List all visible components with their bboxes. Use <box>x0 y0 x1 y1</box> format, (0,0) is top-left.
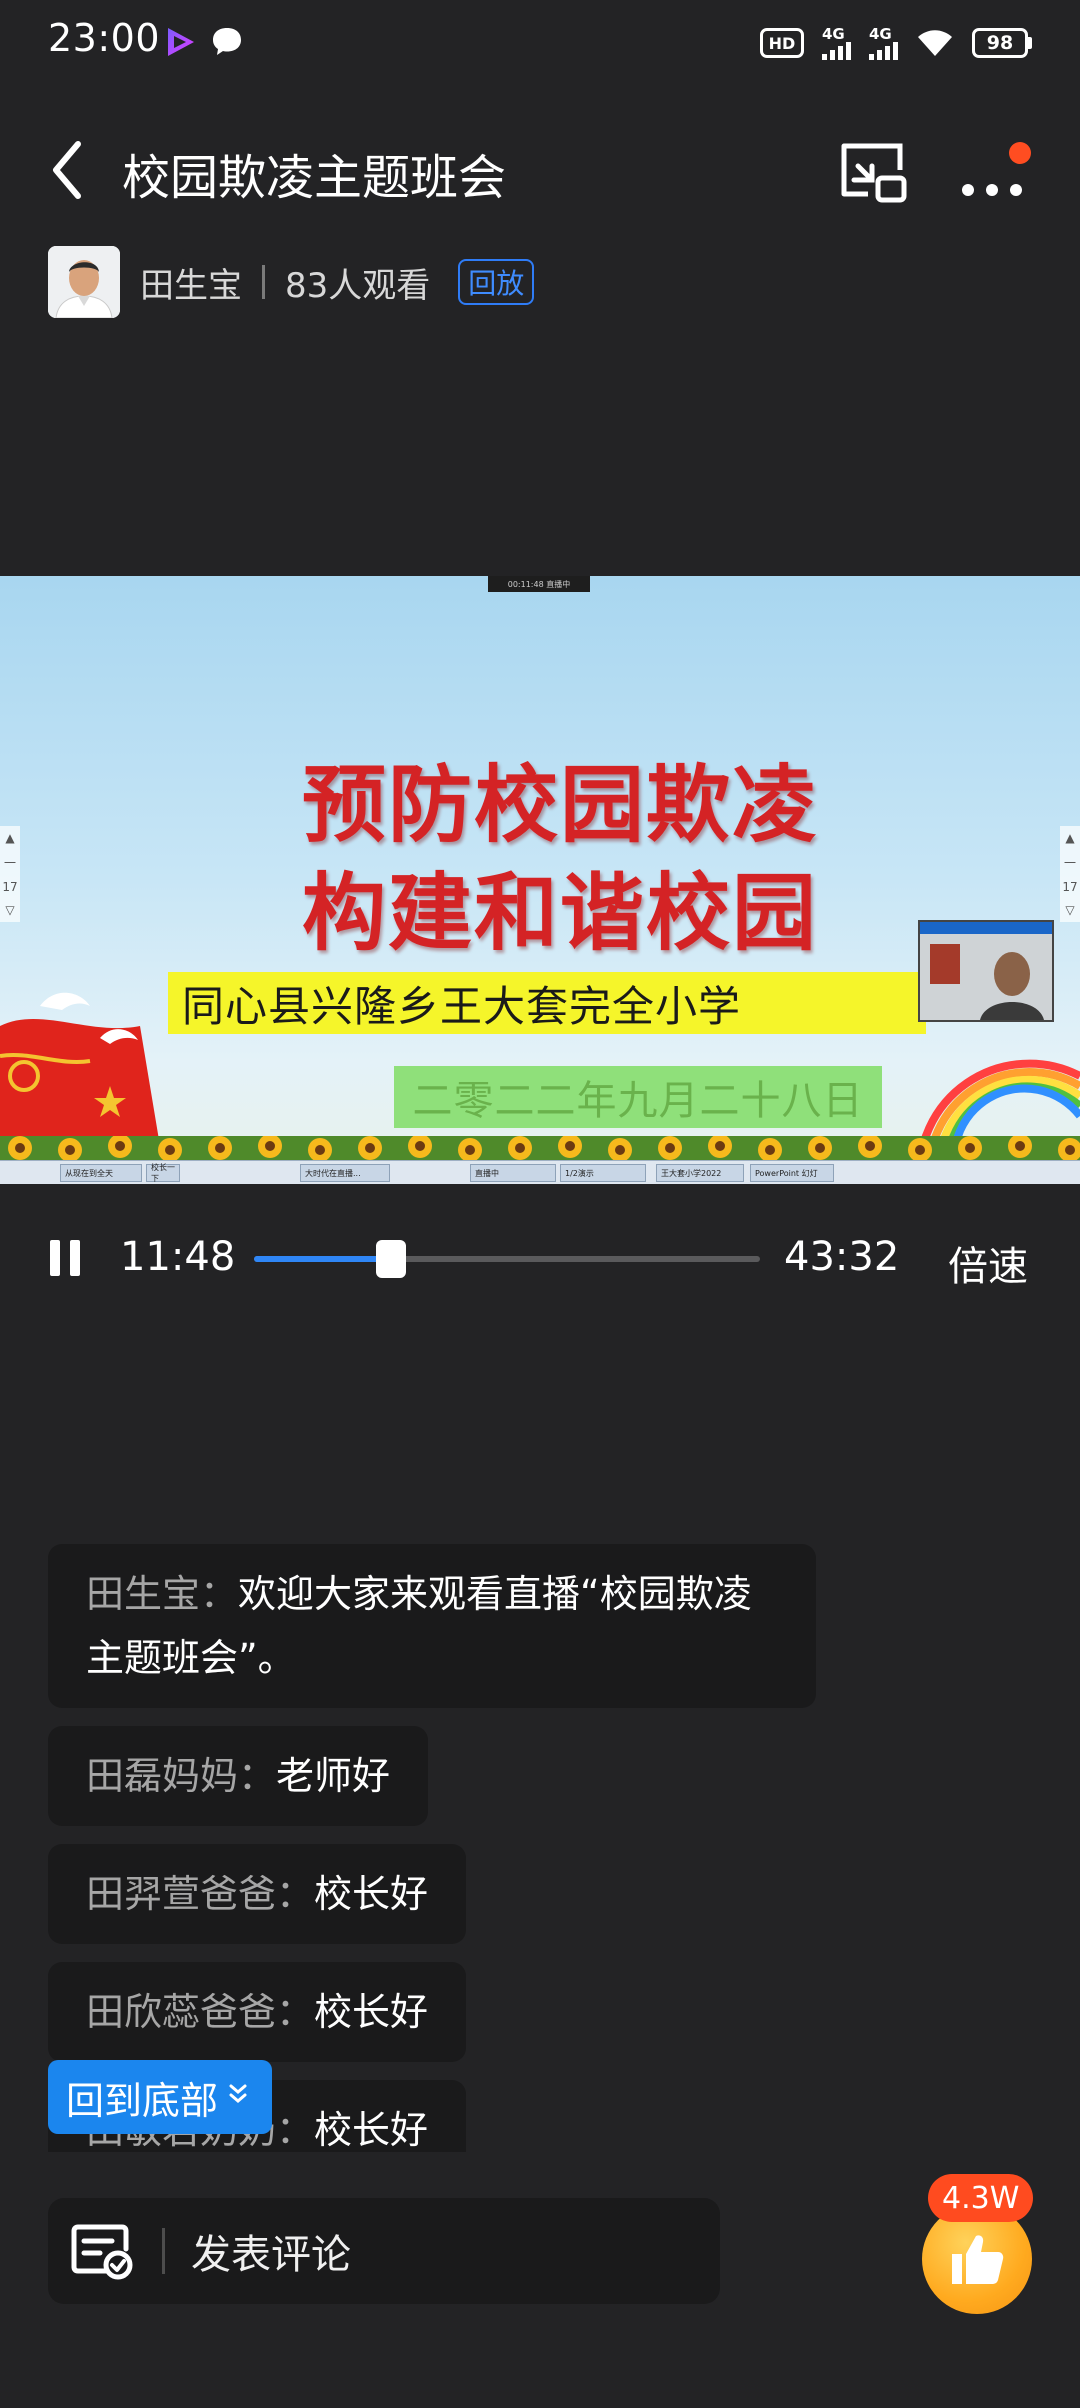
back-to-bottom-label: 回到底部 <box>66 2078 219 2123</box>
video-player[interactable]: 00:11:48 直播中 预防校园欺凌 构建和谐校园 同心县兴隆乡王大套完全小学… <box>0 576 1080 1184</box>
notification-dot <box>1009 142 1031 164</box>
comment-username[interactable]: 田欣蕊爸爸： <box>86 1990 314 2034</box>
webcam-overlay <box>918 920 1054 1022</box>
progress-fill <box>254 1256 392 1262</box>
header: 校园欺凌主题班会 <box>0 120 1080 220</box>
comment-edit-icon <box>71 2224 133 2280</box>
input-divider <box>162 2228 165 2274</box>
comment-item: 田欣蕊爸爸：校长好 <box>48 1962 467 2062</box>
comment-text: 校长好 <box>314 1872 429 1916</box>
progress-thumb[interactable] <box>376 1240 407 1278</box>
comment-username[interactable]: 田羿萱爸爸： <box>86 1872 314 1916</box>
hd-badge: HD <box>760 28 804 58</box>
taskbar-item: 大时代在直播... <box>300 1164 390 1182</box>
streamer-avatar[interactable] <box>48 246 120 318</box>
total-time: 43:32 <box>784 1234 900 1280</box>
taskbar-item: 校长一下 <box>146 1163 180 1183</box>
status-time: 23:00 <box>48 16 161 60</box>
shared-screen-taskbar: 从现在到全天 校长一下 大时代在直播... 直播中 1/2演示 王大套小学202… <box>0 1160 1080 1184</box>
sim1-signal-icon: 4G <box>822 26 851 60</box>
screen-share-chip: 00:11:48 直播中 <box>488 576 590 592</box>
speed-button[interactable]: 倍速 <box>948 1234 1028 1292</box>
comment-item: 田生宝：欢迎大家来观看直播“校园欺凌主题班会”。 <box>48 1544 816 1708</box>
back-button[interactable] <box>42 134 94 206</box>
like-count-badge: 4.3W <box>928 2174 1034 2222</box>
slide-title-line1: 预防校园欺凌 <box>301 755 818 854</box>
playback-controls: 11:48 43:32 倍速 <box>0 1216 1080 1300</box>
comment-text: 老师好 <box>276 1754 391 1798</box>
thumbs-up-icon <box>952 2235 1004 2284</box>
battery-level: 98 <box>972 28 1028 58</box>
more-options-button[interactable] <box>956 142 1036 202</box>
comment-username[interactable]: 田生宝： <box>86 1572 238 1616</box>
status-indicators: HD 4G 4G 98 <box>760 22 1032 64</box>
info-divider <box>262 265 265 299</box>
message-icon <box>213 28 241 55</box>
slide-school-banner: 同心县兴隆乡王大套完全小学 <box>168 972 926 1034</box>
back-to-bottom-button[interactable]: 回到底部 <box>48 2060 273 2134</box>
taskbar-item: 直播中 <box>470 1164 556 1182</box>
battery-icon: 98 <box>972 28 1032 58</box>
sim2-signal-icon: 4G <box>869 26 898 60</box>
wifi-icon <box>918 30 952 56</box>
double-chevron-down-icon <box>228 2083 248 2111</box>
current-time: 11:48 <box>120 1234 236 1280</box>
taskbar-item: 从现在到全天 <box>60 1164 142 1182</box>
streamer-name[interactable]: 田生宝 <box>140 258 242 307</box>
streamer-info: 田生宝 83人观看 回放 <box>48 246 535 318</box>
comment-text: 校长好 <box>314 1990 429 2034</box>
slide-date-banner: 二零二二年九月二十八日 <box>394 1066 882 1128</box>
comment-placeholder: 发表评论 <box>191 2232 351 2278</box>
status-bar: 23:00 HD 4G 4G 98 <box>0 0 1080 84</box>
viewer-count: 83人观看 <box>285 265 431 306</box>
taskbar-item: 1/2演示 <box>560 1164 646 1182</box>
video-app-icon <box>168 28 194 56</box>
taskbar-item: 王大套小学2022 <box>656 1164 744 1182</box>
comment-input[interactable]: 发表评论 <box>48 2198 720 2304</box>
comment-item: 田羿萱爸爸：校长好 <box>48 1844 467 1944</box>
comment-text: 校长好 <box>314 2108 429 2152</box>
slide-nav-left: ▲ 一 17 ▽ <box>0 826 20 922</box>
comment-item: 田磊妈妈：老师好 <box>48 1726 429 1826</box>
pause-button[interactable] <box>50 1240 82 1276</box>
comment-username[interactable]: 田磊妈妈： <box>86 1754 276 1798</box>
replay-badge: 回放 <box>458 259 535 305</box>
slide-nav-right: ▲ 一 17 ▽ <box>1060 826 1080 922</box>
progress-bar[interactable] <box>254 1240 760 1278</box>
page-title: 校园欺凌主题班会 <box>122 150 507 206</box>
taskbar-item: PowerPoint 幻灯 <box>750 1164 834 1182</box>
picture-in-picture-button[interactable] <box>838 140 908 204</box>
